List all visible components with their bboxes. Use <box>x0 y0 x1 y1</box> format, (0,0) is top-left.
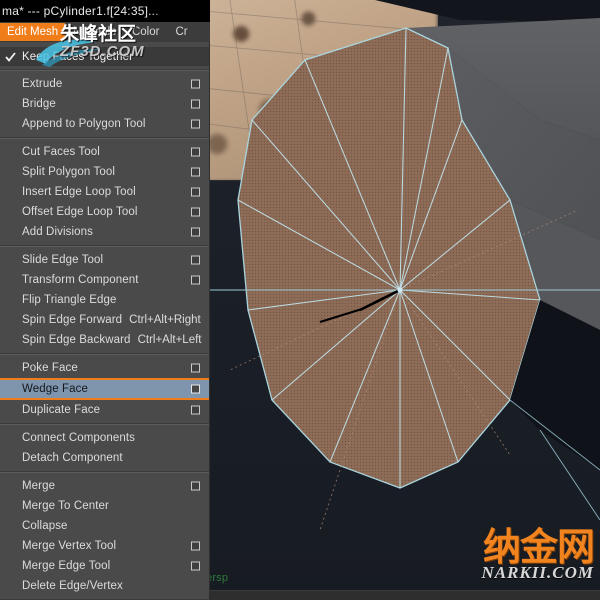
menu-item-label: Split Polygon Tool <box>22 166 116 178</box>
menu-item-insert-edge-loop-tool[interactable]: Insert Edge Loop Tool <box>0 182 209 202</box>
titlebar-fade <box>150 0 210 22</box>
menu-item-poke-face[interactable]: Poke Face <box>0 358 209 378</box>
menu-item-option-box[interactable] <box>191 119 200 129</box>
menu-separator <box>0 69 209 71</box>
menu-item-detach-component[interactable]: Detach Component <box>0 448 209 468</box>
edit-mesh-dropdown-menu[interactable]: Keep Faces Together Extrude Bridge Append t… <box>0 42 210 600</box>
menu-item-slide-edge-tool[interactable]: Slide Edge Tool <box>0 250 209 270</box>
menubar-item-color[interactable]: Color <box>124 24 167 40</box>
window-title: ma* --- pCylinder1.f[24:35]... <box>2 4 159 18</box>
menu-item-duplicate-face[interactable]: Duplicate Face <box>0 400 209 420</box>
menu-item-cut-faces-tool[interactable]: Cut Faces Tool <box>0 142 209 162</box>
menu-item-wedge-face[interactable]: Wedge Face <box>0 378 209 400</box>
menu-item-connect-components[interactable]: Connect Components <box>0 428 209 448</box>
menu-item-label: Detach Component <box>22 452 123 464</box>
menu-item-merge-edge-tool[interactable]: Merge Edge Tool <box>0 556 209 576</box>
menu-item-option-box[interactable] <box>191 147 200 157</box>
menu-item-merge-vertex-tool[interactable]: Merge Vertex Tool <box>0 536 209 556</box>
menu-item-option-box[interactable] <box>191 363 200 373</box>
menu-item-label: Duplicate Face <box>22 404 101 416</box>
menu-item-spin-edge-backward[interactable]: Spin Edge Backward Ctrl+Alt+Left <box>0 330 209 350</box>
menu-item-option-box[interactable] <box>191 79 200 89</box>
menu-item-merge[interactable]: Merge <box>0 476 209 496</box>
menu-item-label: Keep Faces Together <box>22 50 134 63</box>
menu-item-collapse[interactable]: Collapse <box>0 516 209 536</box>
menu-item-label: Delete Edge/Vertex <box>22 580 123 592</box>
menu-item-label: Spin Edge Backward <box>22 334 131 346</box>
menu-separator <box>0 245 209 247</box>
menu-item-option-box[interactable] <box>191 207 200 217</box>
menu-item-shortcut: Ctrl+Alt+Right <box>129 314 201 326</box>
menu-item-shortcut: Ctrl+Alt+Left <box>137 334 202 346</box>
menu-item-keep-faces-together[interactable]: Keep Faces Together <box>0 47 209 66</box>
checkmark-icon <box>5 51 16 62</box>
menu-item-add-divisions[interactable]: Add Divisions <box>0 222 209 242</box>
menu-item-delete-edge-vertex[interactable]: Delete Edge/Vertex <box>0 576 209 596</box>
menu-item-option-box[interactable] <box>191 99 200 109</box>
menubar-item-edit-mesh[interactable]: Edit Mesh <box>0 23 66 41</box>
menu-item-label: Insert Edge Loop Tool <box>22 186 136 198</box>
menu-item-offset-edge-loop-tool[interactable]: Offset Edge Loop Tool <box>0 202 209 222</box>
menu-item-label: Flip Triangle Edge <box>22 294 117 306</box>
menu-item-label: Spin Edge Forward <box>22 314 123 326</box>
window-titlebar: ma* --- pCylinder1.f[24:35]... <box>0 0 210 22</box>
menu-item-label: Transform Component <box>22 274 139 286</box>
menu-item-option-box[interactable] <box>191 167 200 177</box>
menu-item-option-box[interactable] <box>191 187 200 197</box>
menu-item-label: Poke Face <box>22 362 78 374</box>
menu-item-transform-component[interactable]: Transform Component <box>0 270 209 290</box>
menu-item-label: Merge Edge Tool <box>22 560 111 572</box>
menu-item-option-box[interactable] <box>191 275 200 285</box>
viewport-camera-label: ersp <box>210 572 229 584</box>
menu-item-label: Append to Polygon Tool <box>22 118 146 130</box>
menu-separator <box>0 471 209 473</box>
menu-item-option-box[interactable] <box>191 384 200 394</box>
menu-bar[interactable]: Edit Mesh Normals Color Cr <box>0 22 210 42</box>
menu-item-label: Collapse <box>22 520 68 532</box>
viewport-bottom-bar <box>210 590 600 600</box>
menu-separator <box>0 353 209 355</box>
menu-item-spin-edge-forward[interactable]: Spin Edge Forward Ctrl+Alt+Right <box>0 310 209 330</box>
cylinder-mesh <box>210 0 600 531</box>
menu-item-label: Merge <box>22 480 56 492</box>
perspective-viewport[interactable]: ersp 纳金网 NARKII.COM <box>210 0 600 600</box>
menu-item-label: Extrude <box>22 78 63 90</box>
menu-item-label: Offset Edge Loop Tool <box>22 206 138 218</box>
menu-item-label: Wedge Face <box>22 383 88 395</box>
menu-item-label: Add Divisions <box>22 226 93 238</box>
menu-item-label: Connect Components <box>22 432 136 444</box>
menu-item-option-box[interactable] <box>191 541 200 551</box>
maya-application-window: ersp 纳金网 NARKII.COM ma* --- pCylinder1.f… <box>0 0 600 600</box>
menubar-item-normals[interactable]: Normals <box>65 24 124 40</box>
menu-item-extrude[interactable]: Extrude <box>0 74 209 94</box>
menu-item-label: Merge Vertex Tool <box>22 540 117 552</box>
menu-separator <box>0 423 209 425</box>
menu-item-option-box[interactable] <box>191 227 200 237</box>
menu-separator <box>0 137 209 139</box>
menu-item-label: Cut Faces Tool <box>22 146 100 158</box>
menu-item-label: Slide Edge Tool <box>22 254 104 266</box>
menu-item-option-box[interactable] <box>191 405 200 415</box>
menu-item-append-to-polygon-tool[interactable]: Append to Polygon Tool <box>0 114 209 134</box>
menu-item-label: Bridge <box>22 98 56 110</box>
menu-item-option-box[interactable] <box>191 561 200 571</box>
menu-item-merge-to-center[interactable]: Merge To Center <box>0 496 209 516</box>
menu-item-option-box[interactable] <box>191 255 200 265</box>
menu-item-option-box[interactable] <box>191 481 200 491</box>
menubar-item-create[interactable]: Cr <box>167 24 195 40</box>
menu-item-bridge[interactable]: Bridge <box>0 94 209 114</box>
menu-item-flip-triangle-edge[interactable]: Flip Triangle Edge <box>0 290 209 310</box>
menu-item-label: Merge To Center <box>22 500 109 512</box>
menu-item-split-polygon-tool[interactable]: Split Polygon Tool <box>0 162 209 182</box>
